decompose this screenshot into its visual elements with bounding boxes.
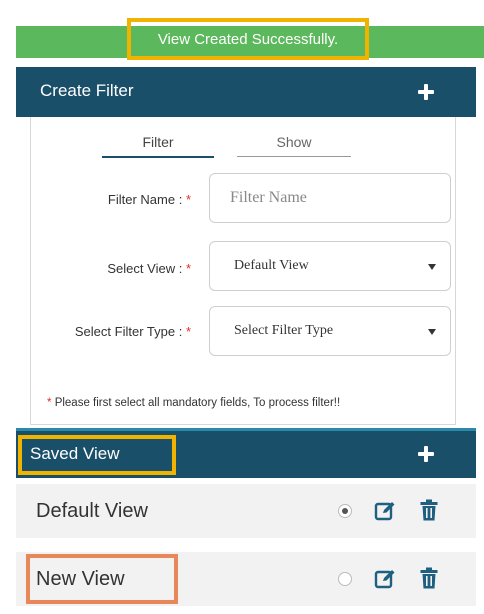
required-mark: * — [185, 324, 191, 339]
trash-icon[interactable] — [420, 499, 438, 521]
select-filter-type-dropdown[interactable]: Select Filter Type — [209, 306, 451, 356]
new-view-highlight — [26, 554, 178, 604]
required-mark: * — [47, 397, 52, 409]
select-filter-type-label: Select Filter Type : * — [31, 324, 191, 339]
tab-show[interactable]: Show — [237, 134, 351, 157]
select-view-label: Select View : * — [41, 261, 191, 276]
required-mark: * — [185, 261, 191, 276]
add-view-plus-icon[interactable] — [416, 444, 436, 464]
create-filter-title: Create Filter — [40, 81, 134, 100]
view-select-radio[interactable] — [338, 572, 352, 586]
select-view-value: Default View — [234, 258, 309, 273]
mandatory-fields-note-text: Please first select all mandatory fields… — [54, 397, 341, 409]
filter-name-label-text: Filter Name : — [107, 192, 183, 207]
chevron-down-icon — [428, 264, 436, 270]
select-filter-type-label-text: Select Filter Type : — [74, 324, 183, 339]
trash-icon[interactable] — [420, 567, 438, 589]
select-filter-type-value: Select Filter Type — [234, 323, 334, 338]
mandatory-fields-note: * Please first select all mandatory fiel… — [47, 397, 340, 409]
saved-view-title-highlight: Saved View — [18, 435, 176, 475]
select-view-dropdown[interactable]: Default View — [209, 241, 451, 291]
required-mark: * — [185, 192, 191, 207]
edit-icon[interactable] — [374, 568, 396, 590]
create-filter-form: Filter Show Filter Name : * Select View … — [30, 117, 456, 425]
add-filter-plus-icon[interactable] — [416, 82, 436, 102]
edit-icon[interactable] — [374, 500, 396, 522]
saved-view-title: Saved View — [30, 444, 120, 463]
tab-filter[interactable]: Filter — [102, 134, 214, 158]
select-view-label-text: Select View : — [107, 261, 183, 276]
view-name: Default View — [36, 500, 148, 522]
saved-view-row-new[interactable]: New View — [16, 552, 476, 606]
chevron-down-icon — [428, 329, 436, 335]
toast-message: View Created Successfully. — [127, 18, 369, 60]
filter-name-input[interactable] — [210, 174, 450, 222]
view-select-radio[interactable] — [338, 504, 352, 518]
saved-view-header: Saved View — [16, 428, 476, 478]
create-filter-header: Create Filter — [16, 67, 476, 117]
filter-name-field — [209, 173, 451, 223]
saved-view-row-default[interactable]: Default View — [16, 484, 476, 538]
filter-name-label: Filter Name : * — [41, 192, 191, 207]
